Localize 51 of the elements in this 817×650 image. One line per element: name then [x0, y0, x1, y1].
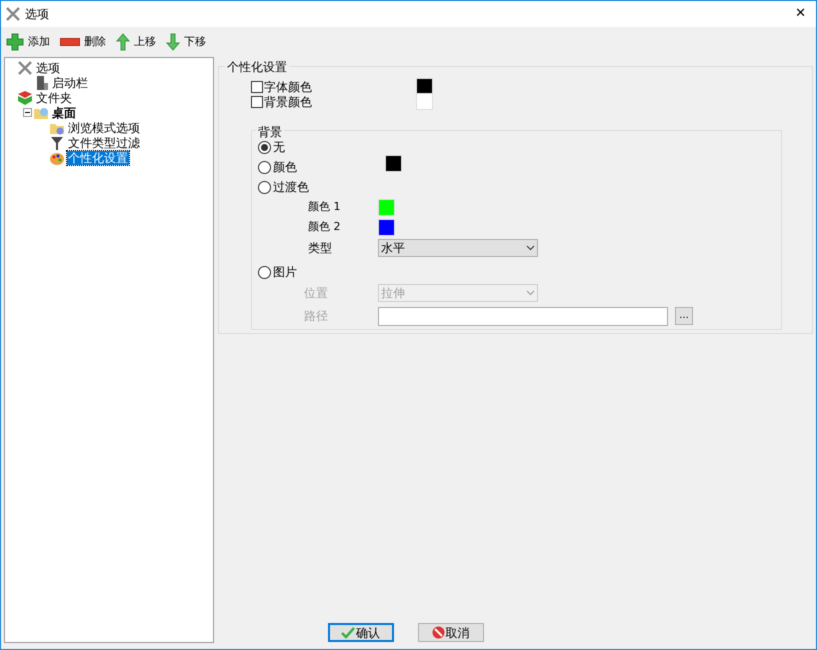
- toolbar-button[interactable]: 上移: [115, 33, 157, 51]
- window-title: 选项: [25, 6, 49, 23]
- close-button[interactable]: ✕: [795, 4, 806, 24]
- toolbar-button[interactable]: 下移: [165, 33, 207, 51]
- toolbar-button[interactable]: 添加: [5, 33, 51, 51]
- tree-item[interactable]: 个性化设置: [67, 150, 129, 164]
- color-swatch[interactable]: [385, 155, 402, 172]
- tree-item[interactable]: 文件夹: [35, 90, 73, 104]
- checkbox-label: 字体颜色: [264, 78, 313, 96]
- tree-item[interactable]: 文件类型过滤: [67, 136, 141, 150]
- check-icon: [341, 626, 355, 638]
- confirm-button[interactable]: 确认: [328, 623, 394, 642]
- color-label: 颜色 1: [308, 198, 342, 215]
- cancel-button[interactable]: 取消: [418, 623, 484, 642]
- group-title: 个性化设置: [225, 58, 289, 76]
- group-title: 背景: [256, 123, 284, 141]
- radio-label: 颜色: [273, 159, 297, 176]
- chevron-down-icon: [526, 245, 535, 251]
- radio-label: 过渡色: [273, 179, 309, 196]
- down-arrow-icon: [166, 33, 180, 51]
- color-swatch[interactable]: [378, 218, 395, 236]
- radio-button[interactable]: [258, 266, 271, 278]
- path-field[interactable]: [378, 306, 668, 326]
- radio-label: 无: [273, 139, 285, 156]
- type-dropdown[interactable]: 水平: [378, 239, 538, 257]
- plus-icon: [6, 33, 24, 51]
- tree-item[interactable]: 选项: [35, 60, 61, 74]
- prohibited-icon: [432, 626, 444, 639]
- radio-button[interactable]: [258, 140, 271, 154]
- collapse-icon[interactable]: [23, 108, 32, 117]
- checkbox-label: 背景颜色: [264, 94, 313, 110]
- radio-label: 图片: [273, 264, 297, 281]
- tree-item[interactable]: 浏览模式选项: [67, 120, 141, 134]
- color-swatch[interactable]: [416, 93, 433, 110]
- path-label: 路径: [304, 308, 329, 325]
- toolbar-button[interactable]: 删除: [59, 34, 107, 50]
- checkbox[interactable]: [251, 80, 263, 92]
- checkbox[interactable]: [251, 96, 263, 108]
- tree-item[interactable]: 桌面: [51, 106, 77, 120]
- type-label: 类型: [308, 240, 333, 257]
- position-label: 位置: [304, 285, 329, 302]
- folders-icon: [17, 90, 33, 106]
- color-label: 颜色 2: [308, 218, 342, 235]
- funnel-icon: [49, 134, 65, 150]
- tree-item[interactable]: 启动栏: [51, 76, 89, 90]
- up-arrow-icon: [116, 33, 130, 51]
- minus-icon: [60, 38, 80, 46]
- radio-button[interactable]: [258, 180, 271, 194]
- chevron-down-icon: [526, 290, 535, 296]
- color-swatch[interactable]: [378, 198, 395, 216]
- radio-button[interactable]: [258, 160, 271, 174]
